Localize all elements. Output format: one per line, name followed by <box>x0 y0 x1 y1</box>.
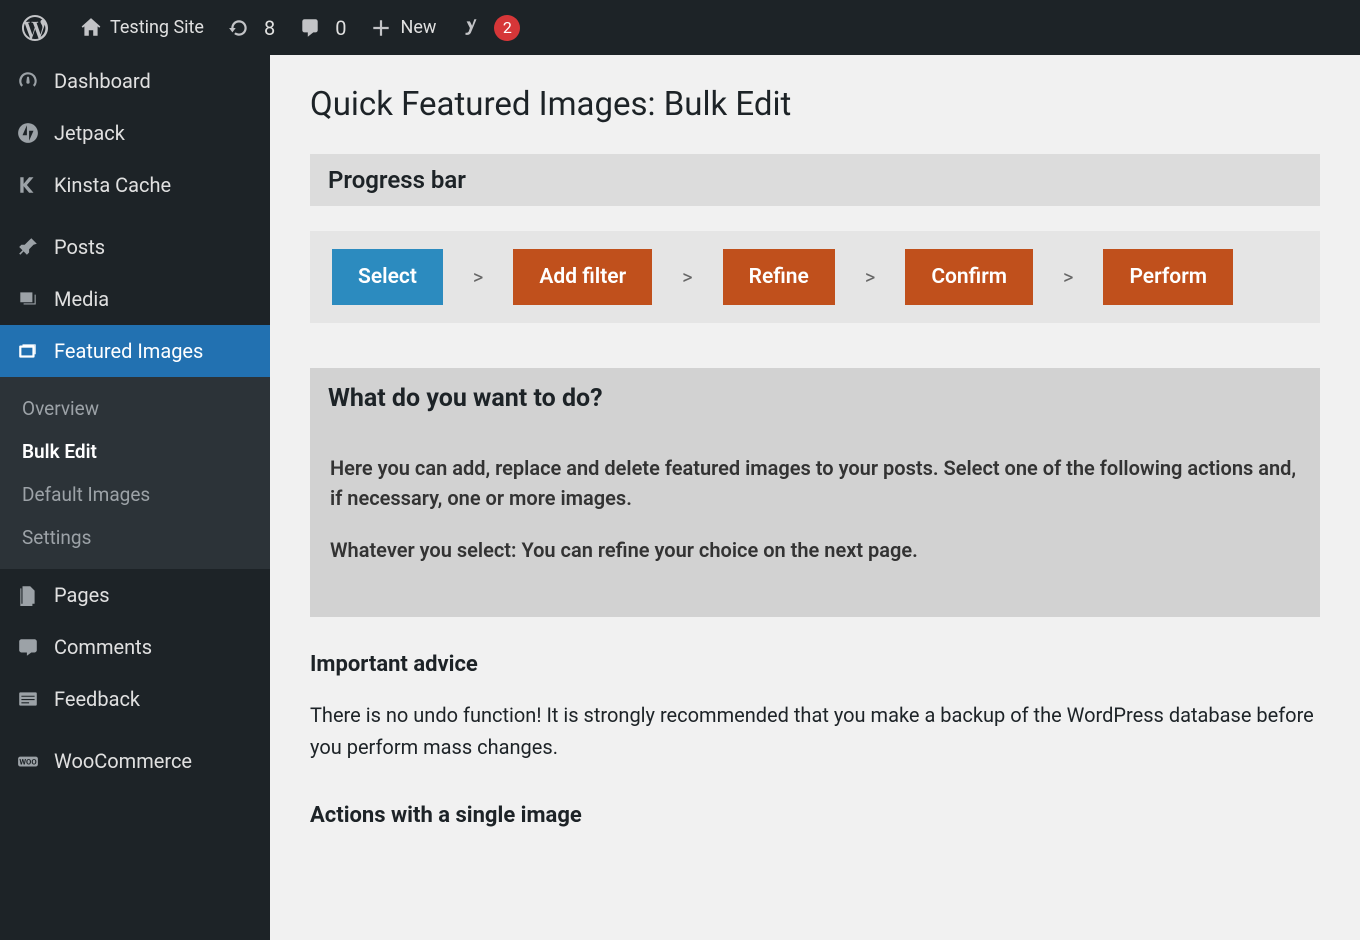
new-content-link[interactable]: New <box>358 0 448 55</box>
pin-icon <box>16 235 40 259</box>
new-label: New <box>400 17 436 38</box>
submenu-default-images[interactable]: Default Images <box>0 473 270 516</box>
step-perform: Perform <box>1103 249 1233 305</box>
comment-icon <box>299 17 321 39</box>
step-add-filter: Add filter <box>513 249 652 305</box>
menu-pages[interactable]: Pages <box>0 569 270 621</box>
step-separator: > <box>835 265 905 289</box>
media-icon <box>16 287 40 311</box>
yoast-icon <box>460 17 482 39</box>
wp-logo[interactable] <box>10 0 68 55</box>
wordpress-icon <box>22 15 48 41</box>
menu-woocommerce[interactable]: WOO WooCommerce <box>0 735 270 787</box>
advice-title: Important advice <box>310 652 1320 677</box>
panel-body: Here you can add, replace and delete fea… <box>310 429 1320 565</box>
dashboard-icon <box>16 69 40 93</box>
step-confirm: Confirm <box>905 249 1033 305</box>
site-name-text: Testing Site <box>110 17 204 38</box>
menu-label: Posts <box>54 235 105 259</box>
refresh-icon <box>228 17 250 39</box>
step-refine: Refine <box>723 249 835 305</box>
jetpack-icon <box>16 121 40 145</box>
menu-label: WooCommerce <box>54 749 192 773</box>
menu-label: Jetpack <box>54 121 125 145</box>
menu-comments[interactable]: Comments <box>0 621 270 673</box>
comments-icon <box>16 635 40 659</box>
page-title: Quick Featured Images: Bulk Edit <box>310 85 1320 124</box>
panel-title: What do you want to do? <box>310 368 1320 429</box>
menu-label: Pages <box>54 583 110 607</box>
menu-label: Feedback <box>54 687 140 711</box>
plus-icon <box>370 17 392 39</box>
submenu-featured-images: Overview Bulk Edit Default Images Settin… <box>0 377 270 569</box>
menu-kinsta[interactable]: Kinsta Cache <box>0 159 270 211</box>
menu-posts[interactable]: Posts <box>0 221 270 273</box>
admin-bar: Testing Site 8 0 New 2 <box>0 0 1360 55</box>
home-icon <box>80 17 102 39</box>
menu-label: Featured Images <box>54 339 203 363</box>
step-separator: > <box>443 265 513 289</box>
yoast-link[interactable]: 2 <box>448 0 532 55</box>
comments-count: 0 <box>335 16 346 40</box>
admin-sidebar: Dashboard Jetpack Kinsta Cache Posts Med… <box>0 55 270 940</box>
menu-media[interactable]: Media <box>0 273 270 325</box>
menu-label: Comments <box>54 635 152 659</box>
step-select: Select <box>332 249 443 305</box>
svg-text:WOO: WOO <box>19 757 36 766</box>
step-separator: > <box>1033 265 1103 289</box>
progress-bar: Select > Add filter > Refine > Confirm >… <box>310 231 1320 323</box>
menu-label: Dashboard <box>54 69 151 93</box>
menu-label: Kinsta Cache <box>54 173 171 197</box>
main-content: Quick Featured Images: Bulk Edit Progres… <box>270 55 1360 940</box>
menu-featured-images[interactable]: Featured Images <box>0 325 270 377</box>
advice-text: There is no undo function! It is strongl… <box>310 699 1320 763</box>
pages-icon <box>16 583 40 607</box>
updates-link[interactable]: 8 <box>216 0 287 55</box>
actions-title: Actions with a single image <box>310 803 1320 828</box>
woocommerce-icon: WOO <box>16 749 40 773</box>
comments-link[interactable]: 0 <box>287 0 358 55</box>
panel-text-2: Whatever you select: You can refine your… <box>330 535 1300 565</box>
progress-header: Progress bar <box>310 154 1320 206</box>
submenu-settings[interactable]: Settings <box>0 516 270 559</box>
submenu-overview[interactable]: Overview <box>0 387 270 430</box>
menu-dashboard[interactable]: Dashboard <box>0 55 270 107</box>
site-name-link[interactable]: Testing Site <box>68 0 216 55</box>
menu-jetpack[interactable]: Jetpack <box>0 107 270 159</box>
kinsta-icon <box>16 173 40 197</box>
feedback-icon <box>16 687 40 711</box>
panel-text-1: Here you can add, replace and delete fea… <box>330 453 1300 513</box>
yoast-badge: 2 <box>494 15 520 41</box>
images-icon <box>16 339 40 363</box>
submenu-bulk-edit[interactable]: Bulk Edit <box>0 430 270 473</box>
intro-panel: What do you want to do? Here you can add… <box>310 368 1320 617</box>
updates-count: 8 <box>264 16 275 40</box>
menu-label: Media <box>54 287 109 311</box>
step-separator: > <box>652 265 722 289</box>
menu-feedback[interactable]: Feedback <box>0 673 270 725</box>
